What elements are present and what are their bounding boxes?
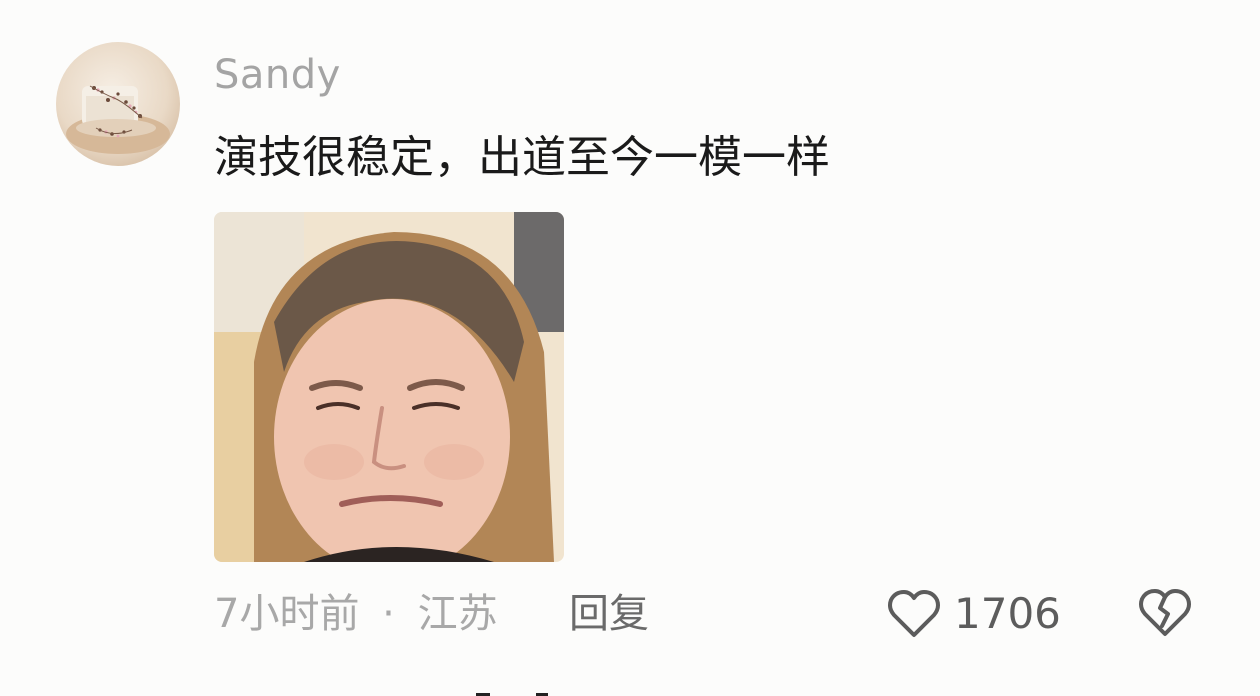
comment-time: 7小时前 (214, 591, 360, 637)
comment-image[interactable] (214, 212, 564, 562)
broken-heart-icon (1139, 589, 1191, 636)
reply-button[interactable]: 回复 (569, 586, 649, 642)
like-count: 1706 (954, 589, 1061, 638)
comment-text: 演技很稳定，出道至今一模一样 (214, 132, 830, 183)
comment-meta: 7小时前 · 江苏 (214, 586, 498, 642)
heart-outline-icon (888, 590, 940, 637)
meme-photo (214, 212, 564, 562)
comment-item: Sandy 演技很稳定，出道至今一模一样 7小时前 · 江苏 回复 1706 (0, 0, 1260, 696)
dislike-button[interactable] (1136, 584, 1194, 642)
avatar[interactable] (56, 42, 180, 166)
like-button[interactable]: 1706 (886, 584, 1061, 644)
username[interactable]: Sandy (214, 50, 341, 100)
avatar-image (66, 85, 170, 154)
comment-location: 江苏 (417, 591, 498, 637)
next-comment-peek (440, 686, 580, 696)
meta-separator: · (382, 591, 395, 637)
